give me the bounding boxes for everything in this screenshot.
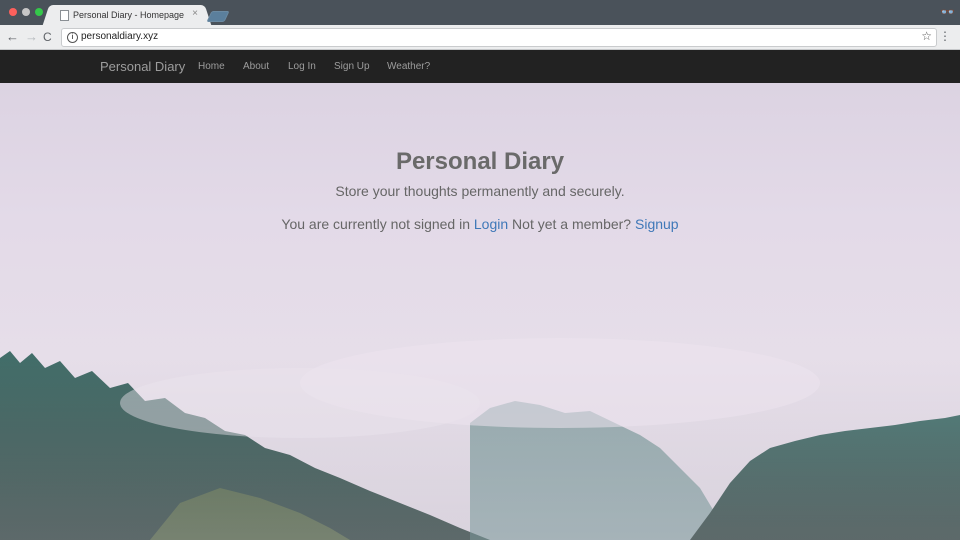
bookmark-star-icon[interactable]: ☆	[921, 29, 932, 43]
nav-link-weather[interactable]: Weather?	[387, 61, 430, 72]
hero-section: Personal Diary Store your thoughts perma…	[0, 83, 960, 540]
login-link[interactable]: Login	[474, 216, 508, 232]
forward-icon[interactable]: →	[25, 29, 38, 45]
tab-close-icon[interactable]: ×	[192, 8, 198, 19]
signup-link[interactable]: Signup	[635, 216, 679, 232]
address-bar[interactable]: i personaldiary.xyz ☆	[61, 28, 937, 47]
tab-title: Personal Diary - Homepage	[73, 10, 185, 20]
navbar-brand[interactable]: Personal Diary	[100, 59, 185, 74]
reload-icon[interactable]: C	[43, 29, 52, 45]
member-prompt-text: Not yet a member?	[512, 216, 632, 232]
signin-status-line: You are currently not signed in Login No…	[0, 216, 960, 232]
maximize-window-button[interactable]	[35, 8, 43, 16]
info-icon[interactable]: i	[67, 32, 78, 43]
nav-link-signup[interactable]: Sign Up	[334, 61, 370, 72]
minimize-window-button[interactable]	[22, 8, 30, 16]
close-window-button[interactable]	[9, 8, 17, 16]
nav-link-login[interactable]: Log In	[288, 61, 316, 72]
incognito-icon: 👓	[940, 5, 955, 19]
site-navbar: Personal Diary Home About Log In Sign Up…	[0, 50, 960, 83]
page-subtitle: Store your thoughts permanently and secu…	[335, 183, 625, 199]
url-text[interactable]: personaldiary.xyz	[81, 31, 158, 42]
page-title: Personal Diary	[395, 148, 565, 175]
browser-toolbar: ← → C i personaldiary.xyz ☆ ⋮	[0, 25, 960, 50]
nav-link-home[interactable]: Home	[198, 61, 225, 72]
browser-tab-strip: Personal Diary - Homepage × 👓	[0, 0, 960, 25]
browser-menu-icon[interactable]: ⋮	[939, 28, 951, 44]
browser-tab[interactable]: Personal Diary - Homepage ×	[52, 5, 202, 25]
page-icon	[60, 10, 69, 21]
back-icon[interactable]: ←	[6, 29, 19, 45]
signin-status-text: You are currently not signed in	[281, 216, 470, 232]
new-tab-button[interactable]	[206, 11, 230, 22]
nav-link-about[interactable]: About	[243, 61, 269, 72]
